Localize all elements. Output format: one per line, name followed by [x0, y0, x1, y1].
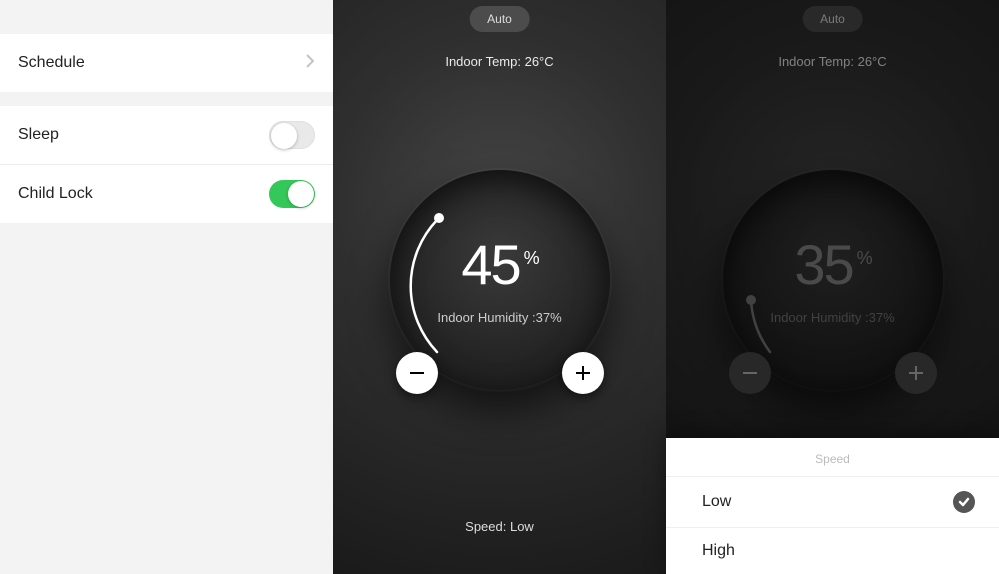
- indoor-temp: Indoor Temp: 26°C: [666, 54, 999, 69]
- sleep-row: Sleep: [0, 106, 333, 164]
- childlock-toggle[interactable]: [269, 180, 315, 208]
- schedule-row[interactable]: Schedule: [0, 34, 333, 92]
- childlock-label: Child Lock: [18, 185, 93, 203]
- mode-pill[interactable]: Auto: [802, 6, 863, 32]
- settings-panel: Schedule Sleep Child Lock: [0, 0, 333, 574]
- speed-option-low[interactable]: Low: [666, 476, 999, 527]
- schedule-label: Schedule: [18, 54, 85, 72]
- increase-button[interactable]: [895, 352, 937, 394]
- speed-option-label: Low: [702, 493, 731, 511]
- speed-option-label: High: [702, 542, 735, 560]
- speed-value[interactable]: Speed: Low: [333, 519, 666, 534]
- childlock-row: Child Lock: [0, 165, 333, 223]
- target-humidity-value: 45%: [390, 232, 610, 297]
- humidity-dial[interactable]: 45% Indoor Humidity :37%: [390, 170, 610, 390]
- decrease-button[interactable]: [396, 352, 438, 394]
- indoor-humidity: Indoor Humidity :37%: [723, 310, 943, 325]
- speed-option-high[interactable]: High: [666, 527, 999, 574]
- target-humidity-value: 35%: [723, 232, 943, 297]
- checkmark-icon: [953, 491, 975, 513]
- chevron-right-icon: [305, 53, 315, 74]
- indoor-temp: Indoor Temp: 26°C: [333, 54, 666, 69]
- device-panel-active: Auto Indoor Temp: 26°C 45% Indoor Humidi…: [333, 0, 666, 574]
- humidity-dial: 35% Indoor Humidity :37%: [723, 170, 943, 390]
- sleep-label: Sleep: [18, 126, 59, 144]
- increase-button[interactable]: [562, 352, 604, 394]
- sheet-title: Speed: [666, 438, 999, 476]
- mode-label: Auto: [487, 12, 512, 26]
- decrease-button[interactable]: [729, 352, 771, 394]
- mode-label: Auto: [820, 12, 845, 26]
- speed-sheet: Speed Low High: [666, 438, 999, 574]
- sleep-toggle[interactable]: [269, 121, 315, 149]
- mode-pill[interactable]: Auto: [469, 6, 530, 32]
- indoor-humidity: Indoor Humidity :37%: [390, 310, 610, 325]
- device-panel-dimmed: Auto Indoor Temp: 26°C 35% Indoor Humidi…: [666, 0, 999, 574]
